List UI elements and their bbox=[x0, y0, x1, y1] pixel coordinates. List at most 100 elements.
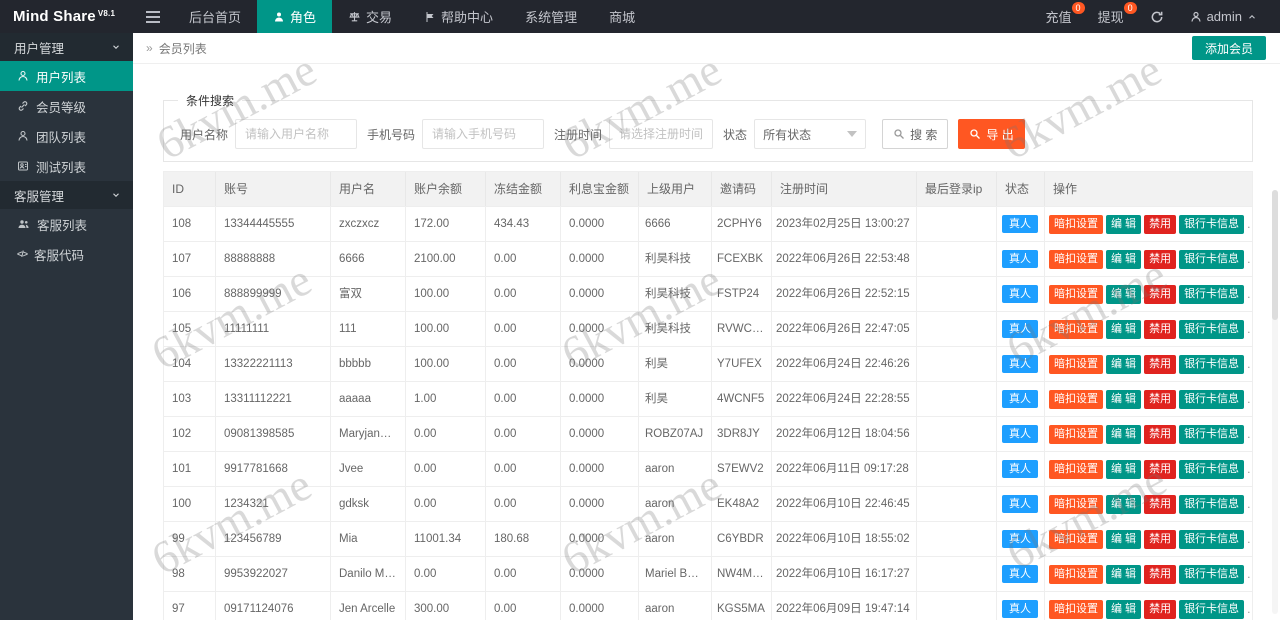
menu-item-dashboard[interactable]: 后台首页 bbox=[173, 0, 257, 33]
cell-status: 真人 bbox=[997, 277, 1045, 311]
sidebar-item-member-levels[interactable]: 会员等级 bbox=[0, 91, 133, 121]
cell-status: 真人 bbox=[997, 487, 1045, 521]
more-actions[interactable]: ... bbox=[1247, 463, 1252, 475]
edit-button[interactable]: 编 辑 bbox=[1106, 424, 1142, 444]
bank-card-info-button[interactable]: 银行卡信息 bbox=[1179, 459, 1245, 479]
status-select[interactable]: 所有状态 bbox=[754, 119, 867, 149]
status-label: 状态 bbox=[723, 127, 748, 142]
refresh-button[interactable] bbox=[1137, 0, 1177, 33]
table-row: 101 9917781668 Jvee 0.00 0.00 0.0000 aar… bbox=[164, 451, 1252, 486]
edit-button[interactable]: 编 辑 bbox=[1106, 599, 1142, 619]
menu-item-system[interactable]: 系统管理 bbox=[509, 0, 593, 33]
hamburger-icon[interactable] bbox=[133, 0, 173, 33]
dark-deduct-settings-button[interactable]: 暗扣设置 bbox=[1049, 354, 1103, 374]
more-actions[interactable]: ... bbox=[1247, 603, 1252, 615]
chevron-down-icon bbox=[847, 131, 858, 137]
export-button[interactable]: 导 出 bbox=[958, 119, 1025, 149]
cell-id: 106 bbox=[164, 277, 216, 311]
disable-button[interactable]: 禁用 bbox=[1144, 249, 1177, 269]
bank-card-info-button[interactable]: 银行卡信息 bbox=[1179, 214, 1245, 234]
edit-button[interactable]: 编 辑 bbox=[1106, 389, 1142, 409]
vertical-scrollbar[interactable] bbox=[1272, 190, 1278, 614]
dark-deduct-settings-button[interactable]: 暗扣设置 bbox=[1049, 564, 1103, 584]
scrollbar-thumb[interactable] bbox=[1272, 190, 1278, 320]
edit-button[interactable]: 编 辑 bbox=[1106, 564, 1142, 584]
edit-button[interactable]: 编 辑 bbox=[1106, 529, 1142, 549]
edit-button[interactable]: 编 辑 bbox=[1106, 319, 1142, 339]
bank-card-info-button[interactable]: 银行卡信息 bbox=[1179, 494, 1245, 514]
sidebar-item-test-list[interactable]: 测试列表 bbox=[0, 151, 133, 181]
more-actions[interactable]: ... bbox=[1247, 323, 1252, 335]
bank-card-info-button[interactable]: 银行卡信息 bbox=[1179, 284, 1245, 304]
menu-item-help-center[interactable]: 帮助中心 bbox=[408, 0, 509, 33]
phone-input[interactable] bbox=[422, 119, 545, 149]
more-actions[interactable]: ... bbox=[1247, 218, 1252, 230]
disable-button[interactable]: 禁用 bbox=[1144, 424, 1177, 444]
cell-invite-code: FCEXBK bbox=[712, 242, 772, 276]
menu-item-mall[interactable]: 商城 bbox=[593, 0, 651, 33]
bank-card-info-button[interactable]: 银行卡信息 bbox=[1179, 389, 1245, 409]
sidebar-item-service-list[interactable]: 客服列表 bbox=[0, 209, 133, 239]
more-actions[interactable]: ... bbox=[1247, 358, 1252, 370]
disable-button[interactable]: 禁用 bbox=[1144, 529, 1177, 549]
disable-button[interactable]: 禁用 bbox=[1144, 564, 1177, 584]
admin-dropdown[interactable]: admin bbox=[1177, 0, 1270, 33]
withdraw-link[interactable]: 提现 0 bbox=[1085, 0, 1137, 33]
dark-deduct-settings-button[interactable]: 暗扣设置 bbox=[1049, 599, 1103, 619]
more-actions[interactable]: ... bbox=[1247, 393, 1252, 405]
bank-card-info-button[interactable]: 银行卡信息 bbox=[1179, 424, 1245, 444]
disable-button[interactable]: 禁用 bbox=[1144, 354, 1177, 374]
dark-deduct-settings-button[interactable]: 暗扣设置 bbox=[1049, 284, 1103, 304]
edit-button[interactable]: 编 辑 bbox=[1106, 459, 1142, 479]
dark-deduct-settings-button[interactable]: 暗扣设置 bbox=[1049, 424, 1103, 444]
sidebar-item-team-list[interactable]: 团队列表 bbox=[0, 121, 133, 151]
dark-deduct-settings-button[interactable]: 暗扣设置 bbox=[1049, 214, 1103, 234]
bank-card-info-button[interactable]: 银行卡信息 bbox=[1179, 564, 1245, 584]
cell-interest: 0.0000 bbox=[561, 522, 639, 556]
disable-button[interactable]: 禁用 bbox=[1144, 284, 1177, 304]
dark-deduct-settings-button[interactable]: 暗扣设置 bbox=[1049, 389, 1103, 409]
more-actions[interactable]: ... bbox=[1247, 533, 1252, 545]
dark-deduct-settings-button[interactable]: 暗扣设置 bbox=[1049, 529, 1103, 549]
disable-button[interactable]: 禁用 bbox=[1144, 459, 1177, 479]
dark-deduct-settings-button[interactable]: 暗扣设置 bbox=[1049, 494, 1103, 514]
regtime-input[interactable] bbox=[609, 119, 714, 149]
bank-card-info-button[interactable]: 银行卡信息 bbox=[1179, 529, 1245, 549]
sidebar-item-user-list[interactable]: 用户列表 bbox=[0, 61, 133, 91]
more-actions[interactable]: ... bbox=[1247, 253, 1252, 265]
menu-item-roles[interactable]: 角色 bbox=[257, 0, 333, 33]
edit-button[interactable]: 编 辑 bbox=[1106, 249, 1142, 269]
bank-card-info-button[interactable]: 银行卡信息 bbox=[1179, 319, 1245, 339]
more-actions[interactable]: ... bbox=[1247, 498, 1252, 510]
disable-button[interactable]: 禁用 bbox=[1144, 599, 1177, 619]
add-member-button[interactable]: 添加会员 bbox=[1191, 36, 1266, 60]
disable-button[interactable]: 禁用 bbox=[1144, 319, 1177, 339]
edit-button[interactable]: 编 辑 bbox=[1106, 284, 1142, 304]
edit-button[interactable]: 编 辑 bbox=[1106, 354, 1142, 374]
bank-card-info-button[interactable]: 银行卡信息 bbox=[1179, 354, 1245, 374]
cell-parent-user: ROBZ07AJ bbox=[639, 417, 712, 451]
bank-card-info-button[interactable]: 银行卡信息 bbox=[1179, 249, 1245, 269]
menu-item-trade[interactable]: 交易 bbox=[332, 0, 408, 33]
disable-button[interactable]: 禁用 bbox=[1144, 494, 1177, 514]
more-actions[interactable]: ... bbox=[1247, 288, 1252, 300]
disable-button[interactable]: 禁用 bbox=[1144, 214, 1177, 234]
disable-button[interactable]: 禁用 bbox=[1144, 389, 1177, 409]
sidebar-section-service-management[interactable]: 客服管理 bbox=[0, 181, 133, 209]
bank-card-info-button[interactable]: 银行卡信息 bbox=[1179, 599, 1245, 619]
sidebar-item-service-code[interactable]: </> 客服代码 bbox=[0, 239, 133, 269]
more-actions[interactable]: ... bbox=[1247, 568, 1252, 580]
dark-deduct-settings-button[interactable]: 暗扣设置 bbox=[1049, 319, 1103, 339]
edit-button[interactable]: 编 辑 bbox=[1106, 214, 1142, 234]
dark-deduct-settings-button[interactable]: 暗扣设置 bbox=[1049, 249, 1103, 269]
dark-deduct-settings-button[interactable]: 暗扣设置 bbox=[1049, 459, 1103, 479]
search-button[interactable]: 搜 索 bbox=[882, 119, 949, 149]
cell-actions: 暗扣设置 编 辑 禁用 银行卡信息 ... bbox=[1045, 452, 1252, 486]
username-input[interactable] bbox=[235, 119, 358, 149]
recharge-link[interactable]: 充值 0 bbox=[1033, 0, 1085, 33]
cell-account: 09171124076 bbox=[216, 592, 331, 620]
more-actions[interactable]: ... bbox=[1247, 428, 1252, 440]
users-icon bbox=[18, 220, 29, 228]
sidebar-section-user-management[interactable]: 用户管理 bbox=[0, 33, 133, 61]
edit-button[interactable]: 编 辑 bbox=[1106, 494, 1142, 514]
